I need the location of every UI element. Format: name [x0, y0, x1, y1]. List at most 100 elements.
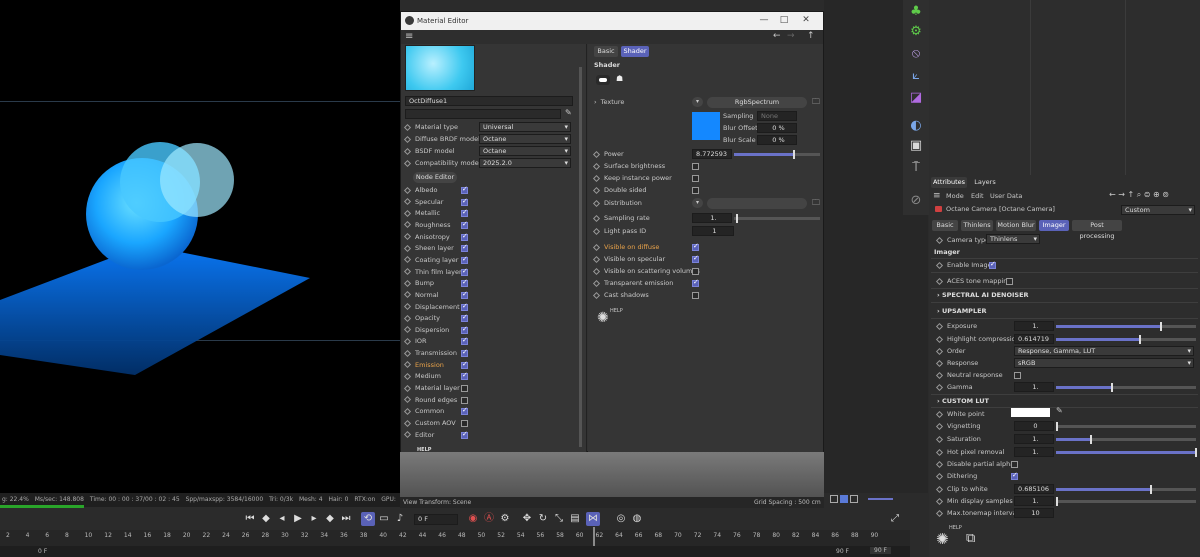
prev-frame-icon[interactable]: ◂ — [275, 512, 289, 526]
cam-tab[interactable]: Post processing — [1072, 220, 1122, 240]
tab-layers[interactable]: Layers — [971, 177, 999, 188]
move-key-icon[interactable]: ✥ — [520, 512, 534, 526]
prop-dropdown[interactable]: Universal — [479, 122, 571, 132]
sampling-dropdown[interactable]: None — [757, 111, 797, 121]
scale-key-icon[interactable]: ⤡ — [552, 512, 566, 526]
menu-mode[interactable]: Mode — [946, 192, 964, 200]
visibility-checkbox[interactable] — [692, 292, 699, 299]
channel-checkbox[interactable] — [461, 371, 468, 381]
cube-cluster-icon[interactable]: ♣ — [908, 4, 924, 20]
texture-dropdown-button[interactable]: ▾ — [692, 97, 703, 107]
saturation-slider[interactable] — [1056, 435, 1196, 444]
gear-cluster-icon[interactable]: ⚙ — [908, 24, 924, 40]
prev-key-icon[interactable]: ◆ — [259, 512, 273, 526]
point-level-icon[interactable]: ⋈ — [586, 512, 600, 526]
menu-icon[interactable]: ≡ — [933, 191, 941, 201]
gamma-field[interactable]: 1. — [1014, 382, 1054, 392]
tab-attributes[interactable]: Attributes — [931, 177, 967, 188]
vignetting-field[interactable]: 0 — [1014, 421, 1054, 431]
channel-checkbox[interactable] — [461, 336, 468, 346]
distribution-node-button[interactable] — [707, 198, 807, 209]
white-point-swatch[interactable] — [1011, 408, 1050, 417]
node-editor-button[interactable]: Node Editor — [413, 172, 457, 183]
blur-scale-field[interactable]: 0 % — [757, 135, 797, 145]
channel-label[interactable]: Editor — [403, 430, 434, 441]
visibility-checkbox[interactable] — [692, 278, 699, 287]
prop-dropdown[interactable]: Octane — [479, 134, 571, 144]
close-icon[interactable]: ✕ — [799, 15, 813, 25]
spline-icon[interactable]: ⟀ — [908, 68, 924, 84]
custom-lut-section[interactable]: › CUSTOM LUT — [937, 397, 989, 405]
channel-checkbox[interactable] — [461, 220, 468, 229]
tab-shader[interactable]: Shader — [621, 46, 649, 57]
layout-grid-icon[interactable] — [850, 495, 858, 503]
channel-checkbox[interactable] — [461, 267, 468, 276]
channel-checkbox[interactable] — [461, 208, 468, 218]
frame-range-bar[interactable]: 0 F 90 F 90 F — [0, 546, 910, 557]
material-search-field[interactable] — [405, 109, 561, 119]
channel-label[interactable]: Specular — [403, 197, 443, 208]
render-viewport[interactable] — [0, 0, 400, 493]
exposure-field[interactable]: 1. — [1014, 321, 1054, 331]
channel-label[interactable]: Material layer — [403, 383, 460, 394]
loop-icon[interactable]: ⟲ — [361, 512, 375, 526]
power-slider[interactable] — [734, 150, 820, 159]
timeline-ruler[interactable]: 2 4 6 8 10 12 14 16 18 20 22 24 26 28 30 32 34 36 38 40 42 44… — [0, 530, 910, 546]
exposure-slider[interactable] — [1056, 322, 1196, 331]
order-dropdown[interactable]: Response, Gamma, LUT — [1014, 346, 1194, 356]
channel-checkbox[interactable] — [461, 385, 468, 393]
channel-label[interactable]: Round edges — [403, 395, 457, 406]
octane-help-icon[interactable]: ✺ — [936, 530, 949, 548]
blur-offset-field[interactable]: 0 % — [757, 123, 797, 133]
channel-label[interactable]: Displacement — [403, 302, 460, 313]
visibility-checkbox[interactable] — [692, 254, 699, 263]
color-swatch[interactable] — [692, 112, 720, 140]
octane-help-icon[interactable]: ✺ — [597, 310, 609, 326]
minimize-icon[interactable]: — — [757, 15, 771, 25]
channel-label[interactable]: Metallic — [403, 208, 440, 219]
channel-label[interactable]: Normal — [403, 290, 439, 301]
channel-label[interactable]: Dispersion — [403, 325, 449, 336]
generator-icon[interactable]: ◪ — [908, 90, 924, 106]
sampling-rate-slider[interactable] — [734, 214, 820, 223]
tab-basic[interactable]: Basic — [594, 46, 618, 57]
auto-key-icon[interactable]: Ⓐ — [482, 512, 496, 526]
play-icon[interactable]: ▶ — [291, 512, 305, 526]
channel-label[interactable]: Anisotropy — [403, 232, 450, 243]
disable-alpha-checkbox[interactable] — [1011, 461, 1018, 468]
preset-dropdown[interactable]: Custom — [1121, 205, 1195, 215]
material-name-field[interactable]: OctDiffuse1 — [405, 96, 573, 106]
deformer-icon[interactable]: ⦸ — [908, 46, 924, 62]
layout-quad-icon[interactable] — [840, 495, 848, 503]
channel-checkbox[interactable] — [461, 325, 468, 334]
fps-icon[interactable]: ▭ — [377, 512, 391, 526]
distribution-folder-icon[interactable]: 🗀 — [812, 197, 820, 211]
channel-label[interactable]: Opacity — [403, 313, 440, 324]
channel-checkbox[interactable] — [461, 255, 468, 264]
dithering-checkbox[interactable] — [1011, 471, 1018, 480]
channel-label[interactable]: Emission — [403, 360, 444, 371]
distribution-dropdown-button[interactable]: ▾ — [692, 198, 703, 208]
cam-tab[interactable]: Imager — [1039, 220, 1069, 231]
record-icon[interactable]: ◉ — [466, 512, 480, 526]
visibility-checkbox[interactable] — [692, 268, 699, 275]
keep-instance-power-checkbox[interactable] — [692, 175, 699, 182]
environment-icon[interactable]: ◐ — [908, 118, 924, 134]
channel-checkbox[interactable] — [461, 406, 468, 416]
layout-single-icon[interactable] — [830, 495, 838, 503]
channel-checkbox[interactable] — [461, 197, 468, 206]
surface-brightness-checkbox[interactable] — [692, 163, 699, 170]
highlight-field[interactable]: 0.614719 — [1014, 334, 1054, 344]
channel-label[interactable]: Coating layer — [403, 255, 458, 266]
channel-label[interactable]: IOR — [403, 336, 427, 347]
back-arrow-icon[interactable]: ← — [773, 31, 781, 41]
emission-blackbody-icon[interactable] — [596, 75, 610, 85]
channel-checkbox[interactable] — [461, 302, 468, 311]
channel-label[interactable]: Thin film layer — [403, 267, 462, 278]
forward-arrow-icon[interactable]: → — [787, 31, 795, 41]
channel-label[interactable]: Custom AOV — [403, 418, 456, 429]
saturation-field[interactable]: 1. — [1014, 434, 1054, 444]
camera-icon[interactable]: ▣ — [908, 138, 924, 154]
channel-label[interactable]: Roughness — [403, 220, 450, 231]
channel-label[interactable]: Albedo — [403, 185, 437, 196]
